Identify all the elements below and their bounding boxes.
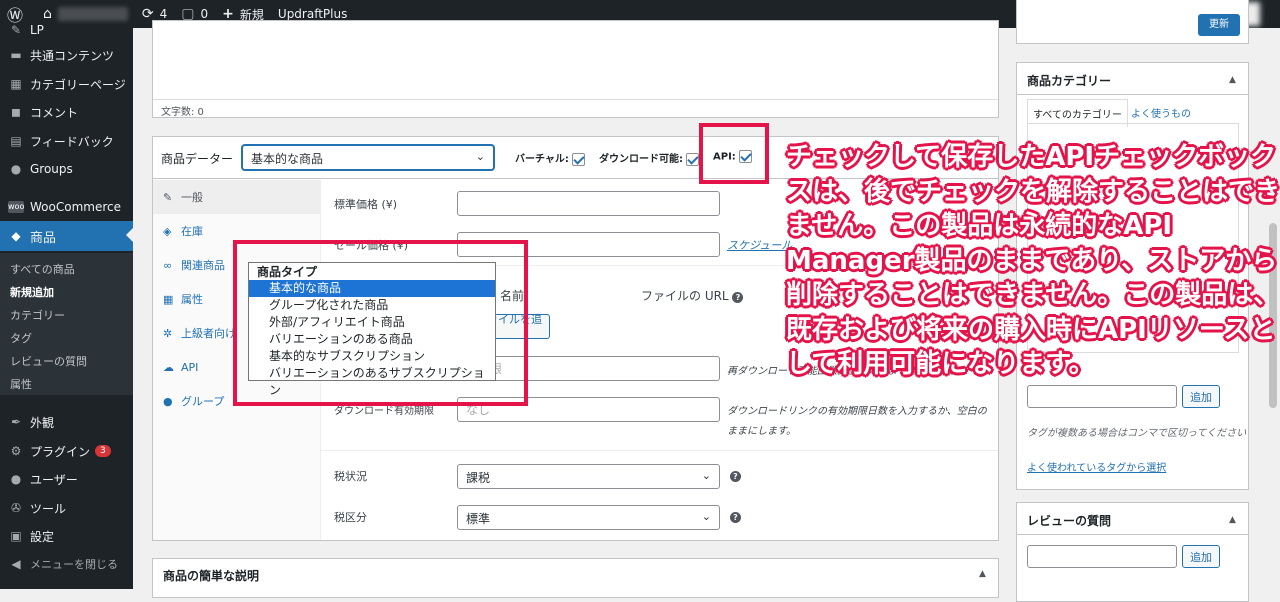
sidebar-item-woocommerce[interactable]: woo WooCommerce xyxy=(0,193,133,221)
short-description-box: 商品の簡単な説明 ▲ xyxy=(152,558,999,598)
box-icon: ◆ xyxy=(11,229,21,243)
popular-tags-link[interactable]: よく使われているタグから選択 xyxy=(1027,459,1166,474)
help-icon: ? xyxy=(732,292,744,303)
gear-icon: ✲ xyxy=(163,326,173,340)
tax-status-help-icon: ? xyxy=(730,471,741,482)
sidebar-item-feedback[interactable]: ▤ フィードバック xyxy=(0,127,133,155)
regular-price-input[interactable] xyxy=(457,191,720,216)
wrench-icon: ✇ xyxy=(10,501,22,515)
review-questions-box: レビューの質問 ▲ 追加 xyxy=(1016,502,1249,602)
link-icon: ∞ xyxy=(163,258,173,272)
schedule-link[interactable]: スケジュール xyxy=(727,237,792,253)
review-add-button[interactable]: 追加 xyxy=(1182,545,1220,568)
folder-icon: ▬ xyxy=(10,48,22,62)
updraftplus-label: UpdraftPlus xyxy=(277,7,348,21)
chevron-down-icon: ⌄ xyxy=(701,469,711,482)
submenu-review-questions[interactable]: レビューの質問 xyxy=(10,353,87,369)
sidebar-item-settings[interactable]: ▣ 設定 xyxy=(0,522,133,550)
sidebar-item-lp[interactable]: ✎ LP xyxy=(0,16,133,44)
tag-input[interactable] xyxy=(1027,385,1177,408)
woo-icon: woo xyxy=(8,201,25,213)
virtual-checkbox[interactable] xyxy=(571,152,585,166)
chevron-down-icon: ⌄ xyxy=(701,510,711,523)
collapse-arrow-icon[interactable]: ▲ xyxy=(1229,515,1236,525)
tag-add-button[interactable]: 追加 xyxy=(1182,385,1220,408)
collapse-icon: ◀ xyxy=(11,557,21,571)
collapse-arrow-icon[interactable]: ▲ xyxy=(1229,75,1236,85)
submenu-add-new[interactable]: 新規追加 xyxy=(10,284,54,300)
admin-sidebar: ✎ LP ▬ 共通コンテンツ ▦ カテゴリーページ ◼ コメント ▤ フィードバック ● G… xyxy=(0,23,133,589)
sidebar-item-plugins[interactable]: ⚙ プラグイン 3 xyxy=(0,437,133,465)
tax-status-select[interactable]: 課税 ⌄ xyxy=(457,464,720,489)
download-expiry-help: ダウンロードリンクの有効期限日数を入力するか、空白のままにします。 xyxy=(727,406,987,437)
groups-icon: ● xyxy=(163,394,173,408)
wrench-icon: ✎ xyxy=(163,190,173,204)
sidebar-item-products[interactable]: ◆ 商品 xyxy=(0,221,133,251)
sidebar-item-common-content[interactable]: ▬ 共通コンテンツ xyxy=(0,41,133,69)
tax-class-label: 税区分 xyxy=(334,511,367,524)
tag-hint: タグが複数ある場合はコンマで区切ってください xyxy=(1027,428,1247,439)
sidebar-item-appearance[interactable]: ✒ 外観 xyxy=(0,408,133,436)
regular-price-label: 標準価格 (¥) xyxy=(334,198,398,211)
sidebar-item-category-page[interactable]: ▦ カテゴリーページ xyxy=(0,70,133,98)
review-question-input[interactable] xyxy=(1027,545,1177,568)
annotation-text: チェックして保存したAPIチェックボックスは、後でチェックを解除することはできま… xyxy=(786,142,1280,379)
collapse-arrow-icon[interactable]: ▲ xyxy=(979,569,986,579)
pin-icon: ✎ xyxy=(10,23,22,37)
plugin-updates-badge: 3 xyxy=(95,445,111,457)
feedback-icon: ▤ xyxy=(10,134,22,148)
plugin-icon: ⚙ xyxy=(10,444,22,458)
tax-class-select[interactable]: 標準 ⌄ xyxy=(457,505,720,530)
product-type-select[interactable]: 基本的な商品 ⌄ xyxy=(242,145,494,170)
submenu-tags[interactable]: タグ xyxy=(10,330,32,346)
submenu-categories[interactable]: カテゴリー xyxy=(10,307,65,323)
tax-status-label: 税状況 xyxy=(334,470,367,483)
page-icon: ▦ xyxy=(10,77,22,91)
sidebar-collapse-menu[interactable]: ◀ メニューを閉じる xyxy=(0,550,133,578)
tax-class-help-icon: ? xyxy=(730,512,741,523)
sidebar-item-users[interactable]: ● ユーザー xyxy=(0,465,133,493)
file-url-header: ファイルの URL ? xyxy=(641,287,744,304)
downloadable-option[interactable]: ダウンロード可能: xyxy=(599,150,699,166)
comments-count: 0 xyxy=(200,7,209,21)
highlight-api-box xyxy=(699,123,769,184)
products-submenu: すべての商品 新規追加 カテゴリー タグ レビューの質問 属性 xyxy=(0,253,133,395)
list-icon: ▦ xyxy=(163,292,174,306)
product-data-title: 商品データー xyxy=(161,152,234,166)
downloadable-checkbox[interactable] xyxy=(686,152,699,166)
tag-icon: ◈ xyxy=(163,224,172,238)
updates-count: 4 xyxy=(159,7,168,21)
review-questions-title: レビューの質問 xyxy=(1027,514,1112,528)
chevron-down-icon: ⌄ xyxy=(475,150,485,163)
tab-popular-categories[interactable]: よく使うもの xyxy=(1131,105,1191,120)
user-icon: ● xyxy=(10,472,22,486)
comment-icon: ◼ xyxy=(11,105,21,119)
sidebar-item-groups[interactable]: ● Groups xyxy=(0,155,133,183)
cloud-icon: ☁ xyxy=(163,360,174,374)
highlight-dropdown-box xyxy=(233,240,528,406)
short-description-title: 商品の簡単な説明 xyxy=(163,569,260,583)
virtual-option[interactable]: バーチャル: xyxy=(515,150,585,166)
update-button[interactable]: 更新 xyxy=(1198,14,1240,36)
sidebar-item-comments[interactable]: ◼ コメント xyxy=(0,98,133,126)
settings-icon: ▣ xyxy=(10,529,22,543)
sidebar-item-tools[interactable]: ✇ ツール xyxy=(0,494,133,522)
categories-title: 商品カテゴリー xyxy=(1027,74,1112,88)
tab-general[interactable]: ✎ 一般 xyxy=(153,180,321,214)
content-editor[interactable]: 文字数: 0 xyxy=(152,20,999,118)
submenu-attributes[interactable]: 属性 xyxy=(10,376,32,392)
groups-icon: ● xyxy=(10,162,22,176)
brush-icon: ✒ xyxy=(10,415,22,429)
word-count: 文字数: 0 xyxy=(161,107,204,118)
publish-box: 更新 xyxy=(1016,0,1249,44)
submenu-all-products[interactable]: すべての商品 xyxy=(10,261,75,277)
